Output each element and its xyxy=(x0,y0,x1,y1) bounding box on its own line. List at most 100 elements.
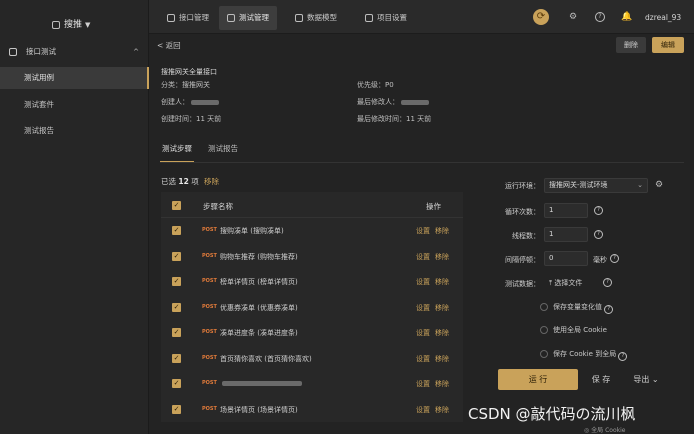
tab-label: 项目设置 xyxy=(377,13,407,22)
row-remove-link[interactable]: 移除 xyxy=(435,328,449,338)
select-all-checkbox[interactable]: ✓ xyxy=(172,201,181,210)
interval-input[interactable]: 0 xyxy=(544,251,588,266)
chevron-down-icon: ⌄ xyxy=(637,181,643,189)
row-remove-link[interactable]: 移除 xyxy=(435,226,449,236)
row-checkbox[interactable]: ✓ xyxy=(172,353,181,363)
selected-prefix: 已选 xyxy=(161,177,176,186)
row-settings-link[interactable]: 设置 xyxy=(416,328,430,338)
global-cookie-radio[interactable] xyxy=(540,326,548,334)
tab-api-management[interactable]: 接口管理 xyxy=(159,6,217,30)
info-icon[interactable]: ? xyxy=(610,254,619,263)
table-row[interactable]: ✓ POST 设置 移除 xyxy=(161,371,463,396)
row-settings-link[interactable]: 设置 xyxy=(416,277,430,287)
env-select[interactable]: 搜推网关-测试环境 ⌄ xyxy=(544,178,648,193)
redacted-name xyxy=(191,99,219,105)
http-method: POST xyxy=(202,278,217,284)
save-vars-label: 保存变量变化值 xyxy=(553,303,602,311)
creator-label: 创建人： xyxy=(161,98,189,106)
row-remove-link[interactable]: 移除 xyxy=(435,379,449,389)
row-settings-link[interactable]: 设置 xyxy=(416,252,430,262)
edit-button[interactable]: 编辑 xyxy=(652,37,684,53)
tab-project-settings[interactable]: 项目设置 xyxy=(357,6,415,30)
run-settings-panel: 运行环境： 搜推网关-测试环境 ⌄ ⚙ 循环次数： 1 ? 线程数： 1 ? 间隔… xyxy=(494,174,684,394)
info-icon[interactable]: ? xyxy=(618,352,628,361)
save-button[interactable]: 保 存 xyxy=(586,369,616,390)
http-method: POST xyxy=(202,303,217,310)
row-remove-link[interactable]: 移除 xyxy=(435,405,449,415)
sidebar-group-api-test[interactable]: 接口测试 ^ xyxy=(0,42,149,62)
step-name: 购物车推荐 (购物车推荐) xyxy=(220,252,298,261)
info-icon[interactable]: ? xyxy=(594,206,603,215)
settings-icon xyxy=(365,14,373,22)
grid-icon xyxy=(52,20,60,29)
row-remove-link[interactable]: 移除 xyxy=(435,277,449,287)
threads-input[interactable]: 1 xyxy=(544,227,588,242)
row-remove-link[interactable]: 移除 xyxy=(435,303,449,313)
subtab-test-steps[interactable]: 测试步骤 xyxy=(160,143,194,163)
save-cookie-radio[interactable] xyxy=(540,350,548,358)
sync-icon[interactable]: ⟳ xyxy=(533,9,549,25)
tab-data-model[interactable]: 数据模型 xyxy=(287,6,345,30)
watermark: CSDN @敲代码の流川枫 xyxy=(468,405,636,423)
info-icon[interactable]: ? xyxy=(594,230,603,239)
row-remove-link[interactable]: 移除 xyxy=(435,354,449,364)
env-settings-icon[interactable]: ⚙ xyxy=(655,180,663,190)
row-settings-link[interactable]: 设置 xyxy=(416,379,430,389)
row-checkbox[interactable]: ✓ xyxy=(172,328,181,337)
row-checkbox[interactable]: ✓ xyxy=(172,251,181,261)
choose-file-button[interactable]: ⤒ 选择文件 xyxy=(549,278,582,288)
run-button[interactable]: 运 行 xyxy=(498,369,578,390)
back-link[interactable]: < 返回 xyxy=(157,40,181,51)
help-icon[interactable]: ? xyxy=(595,12,605,22)
step-name: 搜购凑单 (搜购凑单) xyxy=(220,227,284,235)
row-checkbox[interactable]: ✓ xyxy=(172,226,181,235)
user-name[interactable]: dzreal_93 xyxy=(645,13,681,22)
sidebar-item-test-reports[interactable]: 测试报告 xyxy=(0,120,149,142)
row-checkbox[interactable]: ✓ xyxy=(172,379,181,388)
table-row[interactable]: ✓ POST 凑单进度条 (凑单进度条) 设置 移除 xyxy=(161,320,463,345)
bell-icon[interactable]: 🔔 xyxy=(621,12,632,22)
tab-label: 测试管理 xyxy=(239,13,269,22)
row-checkbox[interactable]: ✓ xyxy=(172,404,181,414)
step-name: 优惠券凑单 (优惠券凑单) xyxy=(220,303,298,312)
sidebar-item-test-cases[interactable]: 测试用例 xyxy=(0,67,149,89)
tab-label: 接口管理 xyxy=(179,13,209,22)
table-row[interactable]: ✓ POST 优惠券凑单 (优惠券凑单) 设置 移除 xyxy=(161,295,463,320)
save-vars-radio[interactable] xyxy=(540,303,548,311)
gear-icon[interactable]: ⚙ xyxy=(569,12,577,22)
row-settings-link[interactable]: 设置 xyxy=(416,354,430,364)
test-data-label: 测试数据： xyxy=(505,280,540,288)
project-switcher[interactable]: 搜推 ▼ xyxy=(52,17,90,30)
selected-number: 12 xyxy=(178,177,189,186)
remove-selected-link[interactable]: 移除 xyxy=(204,176,219,187)
row-settings-link[interactable]: 设置 xyxy=(416,226,430,236)
row-checkbox[interactable]: ✓ xyxy=(172,277,181,286)
row-settings-link[interactable]: 设置 xyxy=(416,405,430,415)
table-row[interactable]: ✓ POST 购物车推荐 (购物车推荐) 设置 移除 xyxy=(161,244,463,269)
export-dropdown[interactable]: 导出 ⌄ xyxy=(624,369,668,390)
sidebar-item-test-suites[interactable]: 测试套件 xyxy=(0,94,149,116)
table-row[interactable]: ✓ POST 场景详情页 (场景详情页) 设置 移除 xyxy=(161,397,463,422)
delete-button[interactable]: 删除 xyxy=(616,37,646,53)
row-checkbox[interactable]: ✓ xyxy=(172,302,181,312)
row-remove-link[interactable]: 移除 xyxy=(435,252,449,262)
step-name: 榜单详情页 (榜单详情页) xyxy=(220,278,298,286)
http-method: POST xyxy=(202,252,217,259)
table-header: ✓ 步骤名称 操作 xyxy=(161,192,463,218)
subtab-test-reports[interactable]: 测试报告 xyxy=(208,143,238,154)
upload-icon: ⤒ xyxy=(549,279,553,287)
step-name: 凑单进度条 (凑单进度条) xyxy=(220,329,298,337)
choose-file-label: 选择文件 xyxy=(554,279,583,287)
info-icon[interactable]: ? xyxy=(603,278,612,287)
row-settings-link[interactable]: 设置 xyxy=(416,303,430,313)
table-row[interactable]: ✓ POST 首页猜你喜欢 (首页猜你喜欢) 设置 移除 xyxy=(161,346,463,371)
table-row[interactable]: ✓ POST 搜购凑单 (搜购凑单) 设置 移除 xyxy=(161,218,463,243)
loop-count-input[interactable]: 1 xyxy=(544,203,588,218)
step-name-redacted xyxy=(220,379,302,387)
table-row[interactable]: ✓ POST 榜单详情页 (榜单详情页) 设置 移除 xyxy=(161,269,463,294)
tab-test-management[interactable]: 测试管理 xyxy=(219,6,277,30)
sidebar: 搜推 ▼ 接口测试 ^ 测试用例 测试套件 测试报告 xyxy=(0,0,149,434)
info-icon[interactable]: ? xyxy=(604,305,614,314)
step-name: 场景详情页 (场景详情页) xyxy=(220,405,298,414)
flask-icon xyxy=(227,14,235,22)
